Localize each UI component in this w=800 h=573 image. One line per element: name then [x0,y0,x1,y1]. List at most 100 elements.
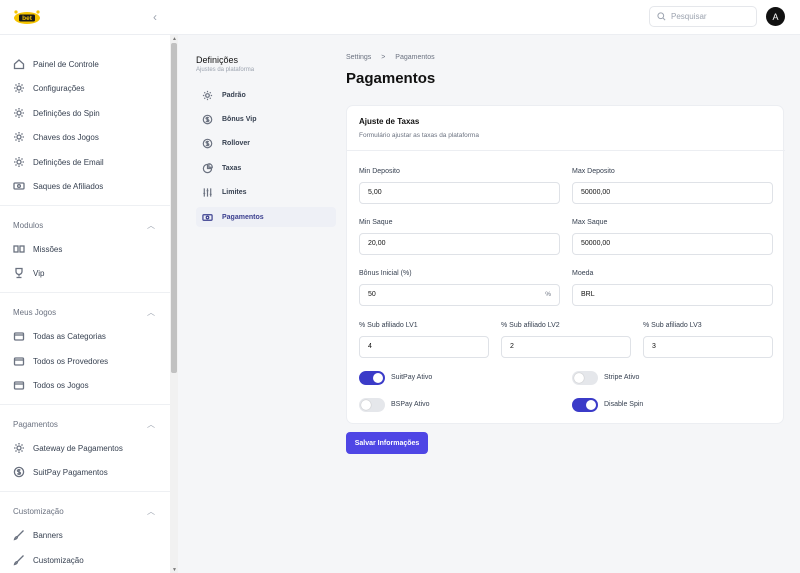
gear-icon [14,83,24,93]
chevron-up-icon: ︿ [147,506,155,516]
sub-lv1-input[interactable]: 4 [359,336,489,358]
dollar-icon [202,138,213,148]
moeda-input[interactable]: BRL [572,284,773,306]
scrollbar-thumb[interactable] [171,43,177,373]
submenu-item-rollover[interactable]: Rollover [196,133,336,153]
breadcrumb: Settings > Pagamentos [346,54,435,61]
sidebar-item-definicoes-email[interactable]: Definições de Email [13,155,104,169]
folder-icon [13,381,25,390]
min-saque-input[interactable]: 20,00 [359,233,560,255]
breadcrumb-current: Pagamentos [395,54,435,61]
submenu-item-pagamentos[interactable]: Pagamentos [196,207,336,227]
card-description: Formulário ajustar as taxas da plataform… [359,132,479,139]
chevron-up-icon: ︿ [147,307,155,317]
percent-suffix: % [545,291,551,298]
submenu-item-taxas[interactable]: Taxas [196,158,336,178]
sub-lv2-label: % Sub afiliado LV2 [501,322,560,329]
sidebar-item-configuracoes[interactable]: Configurações [13,81,85,95]
breadcrumb-root[interactable]: Settings [346,54,371,61]
suitpay-toggle[interactable] [359,371,385,385]
grid-icon [13,245,25,253]
sidebar-item-painel[interactable]: Painel de Controle [13,57,99,71]
sub-lv1-label: % Sub afiliado LV1 [359,322,418,329]
collapse-sidebar-icon[interactable]: ‹ [153,10,157,24]
money-icon [202,213,213,221]
sidebar-section-meus-jogos[interactable]: Meus Jogos ︿ [13,306,155,318]
submenu-item-padrao[interactable]: Padrão [196,85,336,105]
sidebar-section-pagamentos[interactable]: Pagamentos ︿ [13,418,155,430]
trophy-icon [15,267,23,279]
bonus-inicial-input[interactable]: 50 % [359,284,560,306]
brush-icon [13,555,24,566]
min-deposito-input[interactable]: 5,00 [359,182,560,204]
folder-icon [13,332,25,341]
submenu-caption: Ajustes da plataforma [196,67,255,73]
money-icon [13,182,25,190]
sidebar-item-todos-jogos[interactable]: Todos os Jogos [13,378,89,392]
svg-text:bet: bet [22,15,33,22]
max-deposito-input[interactable]: 50000,00 [572,182,773,204]
sidebar-section-modulos[interactable]: Modulos ︿ [13,219,155,231]
folder-icon [13,357,25,366]
sidebar-item-todas-categorias[interactable]: Todas as Categorias [13,329,106,343]
card-title: Ajuste de Taxas [359,117,420,126]
min-saque-label: Min Saque [359,219,393,226]
bonus-inicial-value: 50 [368,291,376,298]
gear-icon [14,132,24,142]
sidebar-item-customizacao[interactable]: Customização [13,553,84,567]
gear-icon [14,108,24,118]
dollar-icon [13,466,25,478]
top-bar: bet ‹ Pesquisar A [0,0,800,35]
chevron-up-icon: ︿ [147,419,155,429]
max-saque-input[interactable]: 50000,00 [572,233,773,255]
bspay-toggle[interactable] [359,398,385,412]
sidebar-item-banners[interactable]: Banners [13,528,63,542]
save-button[interactable]: Salvar Informações [346,432,428,454]
max-deposito-label: Max Deposito [572,168,615,175]
sidebar-item-todos-provedores[interactable]: Todos os Provedores [13,354,108,368]
submenu-item-limites[interactable]: Limites [196,182,336,202]
sidebar-item-vip[interactable]: Vip [13,266,44,280]
gear-icon [14,443,24,453]
max-saque-label: Max Saque [572,219,608,226]
brush-icon [13,530,24,541]
avatar[interactable]: A [766,7,785,26]
gear-icon [14,157,24,167]
sidebar: Painel de Controle Configurações Definiç… [0,35,170,573]
sidebar-item-suitpay[interactable]: SuitPay Pagamentos [13,465,108,479]
pie-chart-icon [202,162,213,173]
sub-lv3-label: % Sub afiliado LV3 [643,322,702,329]
sub-lv3-input[interactable]: 3 [643,336,773,358]
stripe-toggle-label: Stripe Ativo [604,374,640,381]
submenu-title: Definições [196,55,239,65]
sidebar-item-missoes[interactable]: Missões [13,242,62,256]
sub-lv2-input[interactable]: 2 [501,336,631,358]
card-header: Ajuste de Taxas Formulário ajustar as ta… [347,106,785,151]
sliders-icon [203,187,212,197]
breadcrumb-separator: > [381,54,386,61]
fees-card: Ajuste de Taxas Formulário ajustar as ta… [346,105,785,424]
sidebar-item-gateway[interactable]: Gateway de Pagamentos [13,441,123,455]
search-box[interactable]: Pesquisar [649,6,757,27]
disable-spin-toggle[interactable] [572,398,598,412]
sidebar-scrollbar[interactable]: ▲ ▼ [170,35,178,573]
stripe-toggle[interactable] [572,371,598,385]
suitpay-toggle-label: SuitPay Ativo [391,374,433,381]
bonus-inicial-label: Bônus Inicial (%) [359,270,412,277]
sidebar-item-chaves-jogos[interactable]: Chaves dos Jogos [13,130,99,144]
bspay-toggle-label: BSPay Ativo [391,401,430,408]
scroll-up-icon[interactable]: ▲ [172,36,177,42]
moeda-label: Moeda [572,270,594,277]
min-deposito-label: Min Deposito [359,168,400,175]
disable-spin-toggle-label: Disable Spin [604,401,644,408]
submenu-item-bonus-vip[interactable]: Bônus Vip [196,109,336,129]
brand-logo[interactable]: bet [12,9,42,25]
scroll-down-icon[interactable]: ▼ [172,567,177,573]
sidebar-item-saques-afiliados[interactable]: Saques de Afiliados [13,179,103,193]
dollar-icon [202,114,213,124]
sidebar-section-customizacao[interactable]: Customização ︿ [13,505,155,517]
home-icon [13,59,25,70]
sidebar-item-definicoes-spin[interactable]: Definições do Spin [13,106,100,120]
search-icon [657,12,666,21]
page-title: Pagamentos [346,70,436,87]
